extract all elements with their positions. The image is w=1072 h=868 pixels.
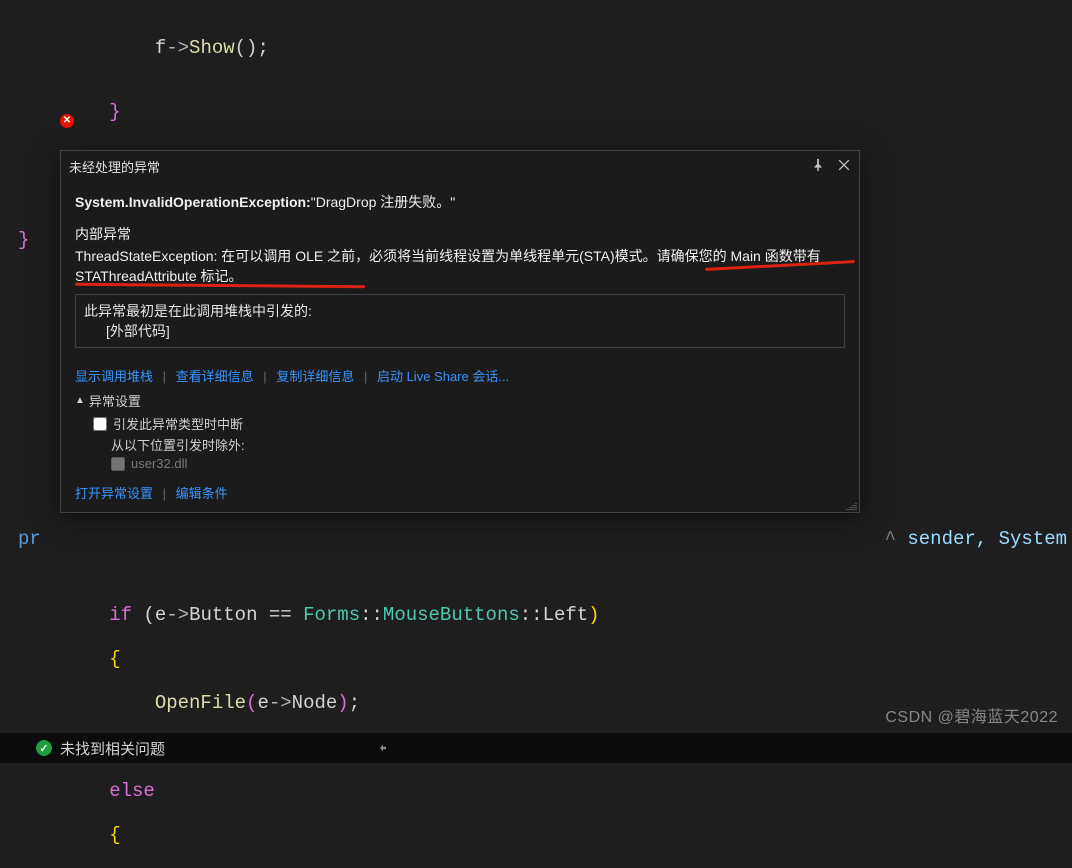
code-line: } [18,96,1072,128]
callstack-label: 此异常最初是在此调用堆栈中引发的: [84,301,836,321]
start-liveshare-link[interactable]: 启动 Live Share 会话... [377,369,509,384]
error-breakpoint-icon[interactable]: ✕ [60,114,74,128]
copy-details-link[interactable]: 复制详细信息 [276,369,354,384]
code-line: { [18,648,1067,670]
brace-close: } [109,101,120,123]
except-from-label: 从以下位置引发时除外: [93,435,245,454]
collapse-triangle-icon: ▲ [75,395,85,406]
annotation-underline [75,283,365,289]
break-on-type-label: 引发此异常类型时中断 [113,414,243,433]
pin-icon[interactable] [811,158,825,175]
caret-op: ^ [885,528,896,550]
if-keyword: if [109,604,132,626]
break-on-type-checkbox[interactable] [93,417,107,431]
code-line: f->Show(); [18,32,1072,64]
popup-header: 未经处理的异常 [61,151,859,182]
open-exception-settings-link[interactable]: 打开异常设置 [75,486,153,501]
except-from-row: 从以下位置引发时除外: [93,435,845,454]
else-keyword: else [109,780,155,802]
inner-exception-label: 内部异常 [75,224,845,244]
popup-body: System.InvalidOperationException:"DragDr… [61,182,859,483]
exception-settings-label: 异常设置 [89,391,141,410]
exception-helper-popup: 未经处理的异常 System.InvalidOperationException… [60,150,860,513]
semicolon: ; [257,37,268,59]
code-line: { [18,824,1067,846]
callstack-item: [外部代码] [84,321,836,341]
module-label: user32.dll [131,456,187,471]
code-line: OpenFile(e->Node); [18,692,1067,714]
method-name: Show [189,37,235,59]
exception-type: System.InvalidOperationException: [75,194,311,210]
brace-close: } [18,229,29,251]
inner-exception-text: ThreadStateException: 在可以调用 OLE 之前，必须将当前… [75,246,845,286]
status-message: 未找到相关问题 [60,738,165,759]
edit-conditions-link[interactable]: 编辑条件 [176,486,228,501]
view-details-link[interactable]: 查看详细信息 [176,369,254,384]
module-checkbox [111,457,125,471]
exception-settings-header[interactable]: ▲ 异常设置 [75,391,845,410]
popup-title: 未经处理的异常 [69,157,811,176]
show-callstack-link[interactable]: 显示调用堆栈 [75,369,153,384]
status-ok-icon: ✓ [36,740,52,756]
exception-text: "DragDrop 注册失败。" [311,194,456,210]
close-icon[interactable] [837,158,851,175]
arrow-op: -> [166,37,189,59]
action-links: 显示调用堆栈 | 查看详细信息 | 复制详细信息 | 启动 Live Share… [75,366,845,385]
code-line: else [18,780,1067,802]
exception-settings-section: ▲ 异常设置 引发此异常类型时中断 从以下位置引发时除外: user32.dll [75,391,845,471]
break-on-type-row: 引发此异常类型时中断 [93,414,845,433]
module-exception-row: user32.dll [93,456,845,471]
exception-message: System.InvalidOperationException:"DragDr… [75,192,845,212]
panel-resize-handle[interactable] [380,733,386,763]
code-fragment: pr ^ sender, System if (e->Button == For… [18,506,1067,868]
identifier: f [155,37,166,59]
code-line: if (e->Button == Forms::MouseButtons::Le… [18,604,1067,626]
callstack-box: 此异常最初是在此调用堆栈中引发的: [外部代码] [75,294,845,348]
status-bar: ✓ 未找到相关问题 [0,733,1072,763]
parens: () [235,37,258,59]
